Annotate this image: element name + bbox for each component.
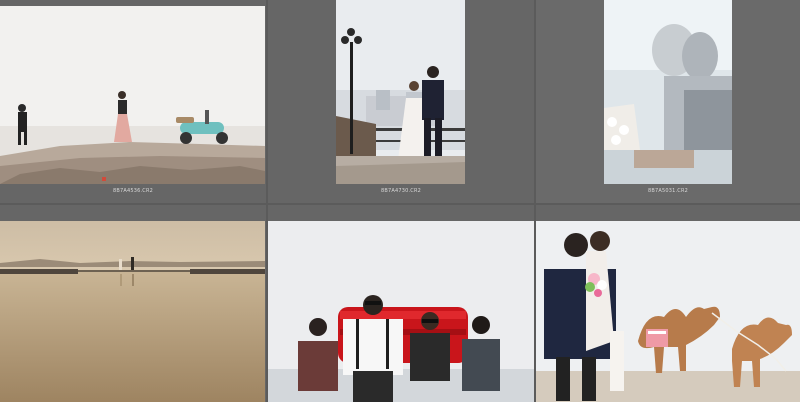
photo-thumbnail[interactable] xyxy=(268,221,534,402)
photo-thumbnail[interactable] xyxy=(336,0,465,184)
photo-grid: 8B7A4536.CR2 8B7A4730.CR2 8B7A5031.CR2 xyxy=(0,0,800,402)
grid-cell[interactable]: 8B7A5031.CR2 xyxy=(536,0,800,203)
photo-thumbnail[interactable] xyxy=(0,221,265,402)
photo-thumbnail[interactable] xyxy=(536,221,800,402)
photo-thumbnail[interactable] xyxy=(0,6,265,184)
grid-cell[interactable] xyxy=(536,205,800,402)
photo-thumbnail[interactable] xyxy=(604,0,732,184)
grid-cell[interactable]: 8B7A4730.CR2 xyxy=(268,0,534,203)
filename-caption: 8B7A4730.CR2 xyxy=(380,188,422,194)
grid-cell[interactable] xyxy=(0,205,266,402)
grid-cell[interactable]: 8B7A4536.CR2 xyxy=(0,0,266,203)
grid-cell[interactable] xyxy=(268,205,534,402)
filename-caption: 8B7A5031.CR2 xyxy=(647,188,689,194)
filename-caption: 8B7A4536.CR2 xyxy=(112,188,154,194)
